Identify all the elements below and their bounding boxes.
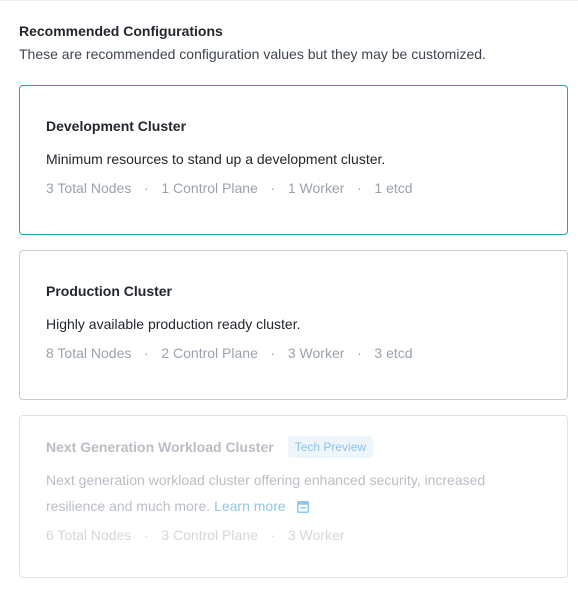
stat-control-plane: 3 Control Plane xyxy=(161,527,258,543)
card-stats: 6 Total Nodes · 3 Control Plane · 3 Work… xyxy=(46,526,541,544)
stat-total-nodes: 3 Total Nodes xyxy=(46,180,132,196)
card-description-line: Next generation workload cluster offerin… xyxy=(46,472,486,488)
external-link-icon[interactable] xyxy=(296,495,309,521)
card-description: Minimum resources to stand up a developm… xyxy=(46,151,386,167)
top-divider xyxy=(0,0,578,1)
tech-preview-badge: Tech Preview xyxy=(287,436,374,458)
stat-control-plane: 1 Control Plane xyxy=(161,180,258,196)
section-subtitle: These are recommended configuration valu… xyxy=(19,46,486,62)
stat-total-nodes: 6 Total Nodes xyxy=(46,527,132,543)
separator-dot: · xyxy=(357,345,362,361)
card-description-line: resilience and much more. Learn more xyxy=(46,493,541,521)
card-stats: 8 Total Nodes · 2 Control Plane · 3 Work… xyxy=(46,344,541,362)
stat-worker: 3 Worker xyxy=(287,345,345,361)
stat-etcd: 1 etcd xyxy=(374,180,413,196)
stat-total-nodes: 8 Total Nodes xyxy=(46,345,132,361)
separator-dot: · xyxy=(144,180,149,196)
recommended-configurations-header: Recommended Configurations These are rec… xyxy=(19,22,568,63)
separator-dot: · xyxy=(270,527,276,543)
stat-control-plane: 2 Control Plane xyxy=(161,345,258,361)
card-description: Next generation workload cluster offerin… xyxy=(46,467,541,521)
config-card-development[interactable]: Development Cluster Minimum resources to… xyxy=(19,85,568,235)
stat-worker: 3 Worker xyxy=(287,527,345,543)
separator-dot: · xyxy=(270,180,276,196)
card-description: Highly available production ready cluste… xyxy=(46,316,301,332)
learn-more-link[interactable]: Learn more xyxy=(214,498,286,514)
separator-dot: · xyxy=(144,345,149,361)
card-stats: 3 Total Nodes · 1 Control Plane · 1 Work… xyxy=(46,179,541,197)
config-card-next-generation: Next Generation Workload Cluster Tech Pr… xyxy=(19,415,568,578)
separator-dot: · xyxy=(144,527,149,543)
stat-etcd: 3 etcd xyxy=(374,345,413,361)
card-title: Next Generation Workload Cluster xyxy=(46,439,274,455)
config-card-production[interactable]: Production Cluster Highly available prod… xyxy=(19,250,568,400)
card-title: Development Cluster xyxy=(46,118,187,134)
card-title: Production Cluster xyxy=(46,283,173,299)
separator-dot: · xyxy=(270,345,276,361)
section-title: Recommended Configurations xyxy=(19,23,223,39)
stat-worker: 1 Worker xyxy=(287,180,345,196)
separator-dot: · xyxy=(357,180,362,196)
